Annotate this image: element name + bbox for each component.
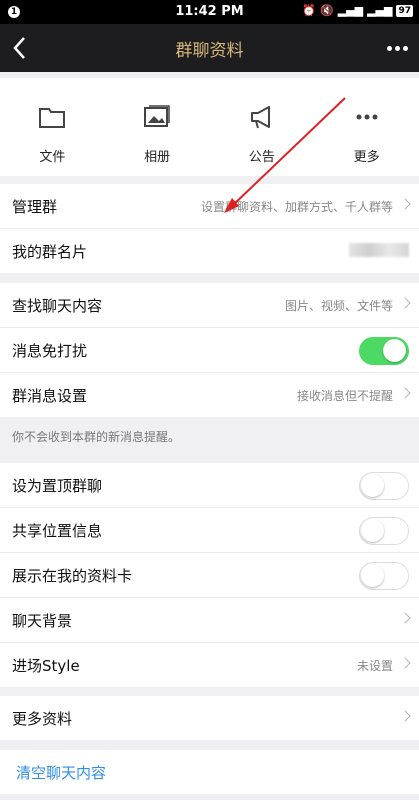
nav-bar: 群聊资料 bbox=[0, 24, 419, 72]
quick-action-label: 公告 bbox=[248, 150, 275, 165]
page-title: 群聊资料 bbox=[175, 41, 244, 61]
row-value: 未设置 bbox=[356, 659, 393, 673]
signal-icon-2: ▂▄▆ bbox=[367, 4, 393, 17]
row-pin-chat: 设为置顶群聊 bbox=[0, 463, 419, 508]
show-on-profile-toggle[interactable] bbox=[359, 562, 409, 590]
row-label: 消息免打扰 bbox=[12, 342, 88, 360]
row-label: 进场Style bbox=[12, 657, 80, 675]
dnd-hint: 你不会收到本群的新消息提醒。 bbox=[12, 430, 181, 444]
clear-chat-label: 清空聊天内容 bbox=[16, 764, 107, 782]
do-not-disturb-toggle[interactable] bbox=[359, 337, 409, 365]
row-label: 更多资料 bbox=[12, 710, 73, 728]
quick-action-album[interactable]: 相册 bbox=[105, 78, 210, 176]
quick-action-announcement[interactable]: 公告 bbox=[210, 78, 315, 176]
chevron-right-icon bbox=[399, 387, 411, 399]
row-label: 我的群名片 bbox=[12, 243, 88, 261]
row-label: 共享位置信息 bbox=[12, 522, 103, 540]
row-value: 图片、视频、文件等 bbox=[284, 299, 393, 313]
alarm-icon: ⏰ bbox=[302, 4, 316, 17]
settings-group-messages: 查找聊天内容 图片、视频、文件等 消息免打扰 群消息设置 接收消息但不提醒 bbox=[0, 283, 419, 417]
row-my-group-card[interactable]: 我的群名片 bbox=[0, 229, 419, 273]
quick-action-more[interactable]: 更多 bbox=[314, 78, 419, 176]
row-value: 接收消息但不提醒 bbox=[296, 389, 393, 403]
megaphone-icon bbox=[250, 106, 270, 129]
row-label: 群消息设置 bbox=[12, 387, 88, 405]
mute-icon: 🔇 bbox=[319, 4, 334, 17]
quick-action-label: 更多 bbox=[353, 150, 380, 165]
status-bar: 1 11:42 PM ⏰ 🔇 ▂▄▆ ▂▄▆ 97 bbox=[0, 0, 419, 24]
folder-icon bbox=[39, 108, 66, 128]
more-options-icon[interactable] bbox=[383, 34, 411, 62]
pin-chat-toggle[interactable] bbox=[359, 472, 409, 500]
row-entrance-style[interactable]: 进场Style 未设置 bbox=[0, 643, 419, 687]
row-label: 查找聊天内容 bbox=[12, 297, 103, 315]
row-label: 聊天背景 bbox=[12, 612, 73, 630]
row-message-settings[interactable]: 群消息设置 接收消息但不提醒 bbox=[0, 373, 419, 417]
row-label: 展示在我的资料卡 bbox=[12, 567, 133, 585]
row-show-on-profile: 展示在我的资料卡 bbox=[0, 553, 419, 598]
quick-actions: 文件 相册 公告 更多 bbox=[0, 78, 419, 176]
settings-group-more: 更多资料 bbox=[0, 696, 419, 740]
chevron-right-icon bbox=[399, 198, 411, 210]
row-label: 管理群 bbox=[12, 198, 58, 216]
row-share-location: 共享位置信息 bbox=[0, 508, 419, 553]
signal-icon: ▂▄▆ bbox=[337, 4, 364, 17]
quick-action-label: 相册 bbox=[144, 150, 171, 165]
quick-action-files[interactable]: 文件 bbox=[0, 78, 105, 176]
image-icon bbox=[144, 105, 170, 127]
blurred-nickname bbox=[349, 243, 409, 257]
row-more-info[interactable]: 更多资料 bbox=[0, 696, 419, 740]
chevron-right-icon bbox=[399, 657, 411, 669]
more-dots-icon bbox=[356, 114, 378, 120]
quick-action-label: 文件 bbox=[39, 150, 66, 165]
row-do-not-disturb: 消息免打扰 bbox=[0, 328, 419, 373]
share-location-toggle[interactable] bbox=[359, 517, 409, 545]
row-value: 设置群聊资料、加群方式、千人群等 bbox=[200, 200, 393, 214]
row-label: 设为置顶群聊 bbox=[12, 477, 103, 495]
settings-group-display: 设为置顶群聊 共享位置信息 展示在我的资料卡 聊天背景 进场Style 未设置 bbox=[0, 463, 419, 687]
chevron-right-icon bbox=[399, 297, 411, 309]
settings-group-manage: 管理群 设置群聊资料、加群方式、千人群等 我的群名片 bbox=[0, 184, 419, 273]
row-chat-background[interactable]: 聊天背景 bbox=[0, 598, 419, 643]
row-search-chat[interactable]: 查找聊天内容 图片、视频、文件等 bbox=[0, 283, 419, 328]
row-manage-group[interactable]: 管理群 设置群聊资料、加群方式、千人群等 bbox=[0, 184, 419, 229]
chevron-right-icon bbox=[399, 710, 411, 722]
clear-chat-button[interactable]: 清空聊天内容 bbox=[0, 750, 419, 794]
battery-icon: 97 bbox=[396, 4, 413, 17]
chevron-right-icon bbox=[399, 612, 411, 624]
